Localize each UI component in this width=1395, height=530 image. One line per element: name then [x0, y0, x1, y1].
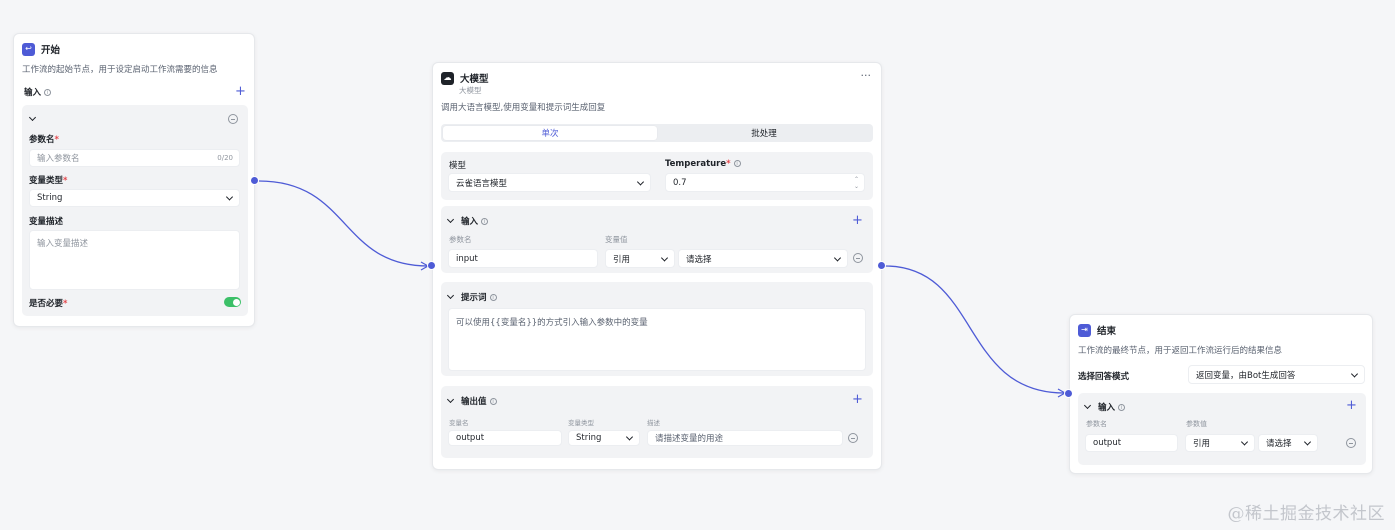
- start-param-panel: 参数名* 输入参数名 0/20 变量类型* String 变量描述 输入变量描述…: [22, 105, 248, 316]
- tab-batch[interactable]: 批处理: [657, 126, 871, 140]
- required-label: 是否必要*: [29, 299, 68, 309]
- start-input-label: 输入 i: [24, 86, 52, 98]
- info-icon: i: [1118, 404, 1126, 411]
- temperature-input[interactable]: 0.7 ⌃ ⌄: [665, 173, 865, 192]
- chevron-down-icon: [636, 177, 645, 186]
- output-name-input[interactable]: output: [448, 430, 562, 446]
- llm-output-handle[interactable]: [877, 261, 886, 270]
- remove-output-icon[interactable]: [848, 433, 858, 443]
- param-name-label: 参数名*: [29, 135, 59, 145]
- var-desc-textarea[interactable]: 输入变量描述: [29, 230, 240, 290]
- llm-input-panel: 输入 i + 参数名 变量值 input 引用 请选择: [441, 206, 873, 273]
- add-end-input-icon[interactable]: +: [1346, 399, 1357, 412]
- var-value-header: 变量值: [605, 235, 628, 244]
- info-icon: i: [44, 89, 52, 96]
- info-icon: i: [489, 294, 497, 301]
- prompt-textarea[interactable]: 可以使用{{变量名}}的方式引入输入参数中的变量: [448, 308, 866, 371]
- start-node-title: 开始: [41, 45, 61, 56]
- answer-mode-label: 选择回答模式: [1078, 372, 1130, 382]
- more-icon[interactable]: ···: [861, 69, 872, 82]
- llm-node[interactable]: ☁ 大模型 大模型 ··· 调用大语言模型,使用变量和提示词生成回复 单次 批处…: [432, 62, 882, 470]
- end-node-icon: ⇥: [1078, 323, 1091, 337]
- out-name-header: 变量名: [449, 419, 469, 427]
- var-desc-label: 变量描述: [29, 217, 64, 227]
- edge-llm-to-end: [884, 265, 1065, 394]
- required-toggle[interactable]: [224, 297, 241, 307]
- llm-node-title: 大模型: [460, 74, 489, 85]
- model-label: 模型: [449, 161, 467, 171]
- prompt-panel: 提示词 i 可以使用{{变量名}}的方式引入输入参数中的变量: [441, 282, 873, 376]
- output-section: 输出值 i: [446, 395, 497, 407]
- add-output-icon[interactable]: +: [852, 393, 863, 406]
- llm-input-section: 输入 i: [446, 215, 489, 227]
- output-panel: 输出值 i + 变量名 变量类型 描述 output String 请描述变量的用…: [441, 386, 873, 458]
- param-name-header: 参数名: [449, 235, 472, 244]
- end-input-panel: 输入 i + 参数名 参数值 output 引用 请选择: [1078, 393, 1366, 465]
- end-param-name-header: 参数名: [1086, 420, 1107, 428]
- end-node-description: 工作流的最终节点，用于返回工作流运行后的结果信息: [1078, 346, 1283, 356]
- llm-input-handle[interactable]: [427, 261, 436, 270]
- end-param-name-input[interactable]: output: [1085, 434, 1178, 452]
- llm-node-subtitle: 大模型: [459, 86, 482, 95]
- chevron-down-icon: [1350, 369, 1359, 378]
- var-type-select[interactable]: String: [29, 189, 240, 207]
- chevron-down-icon: [833, 253, 842, 262]
- chevron-down-icon: [225, 193, 234, 201]
- stepper-up-icon[interactable]: ⌃: [854, 177, 859, 183]
- remove-end-param-icon[interactable]: [1346, 438, 1356, 448]
- remove-input-icon[interactable]: [853, 253, 863, 263]
- chevron-down-icon: [1303, 438, 1312, 446]
- end-node[interactable]: ⇥ 结束 工作流的最终节点，用于返回工作流运行后的结果信息 选择回答模式 返回变…: [1069, 314, 1373, 474]
- start-node-description: 工作流的起始节点，用于设定启动工作流需要的信息: [22, 65, 218, 75]
- llm-input-name[interactable]: input: [448, 249, 598, 268]
- end-input-section: 输入 i: [1083, 401, 1126, 413]
- var-type-label: 变量类型*: [29, 176, 68, 186]
- info-icon: i: [733, 160, 741, 167]
- info-icon: i: [489, 398, 497, 405]
- end-param-variable-select[interactable]: 请选择: [1258, 434, 1318, 452]
- tab-single[interactable]: 单次: [443, 126, 657, 140]
- temperature-label: Temperature* i: [665, 159, 741, 169]
- param-name-input[interactable]: 输入参数名 0/20: [29, 149, 240, 167]
- output-desc-input[interactable]: 请描述变量的用途: [647, 430, 843, 446]
- chevron-down-icon: [625, 433, 634, 441]
- llm-input-variable-select[interactable]: 请选择: [678, 249, 848, 268]
- end-param-value-header: 参数值: [1186, 420, 1207, 428]
- llm-input-source-select[interactable]: 引用: [605, 249, 675, 268]
- end-param-source-select[interactable]: 引用: [1185, 434, 1255, 452]
- param-name-counter: 0/20: [217, 154, 233, 162]
- start-node[interactable]: ↩ 开始 工作流的起始节点，用于设定启动工作流需要的信息 输入 i + 参数名* …: [13, 33, 255, 327]
- watermark: @稀土掘金技术社区: [1227, 504, 1385, 524]
- start-output-handle[interactable]: [250, 176, 259, 185]
- llm-node-description: 调用大语言模型,使用变量和提示词生成回复: [441, 103, 606, 113]
- stepper-down-icon[interactable]: ⌄: [854, 184, 859, 190]
- start-node-icon: ↩: [22, 42, 35, 56]
- end-input-handle[interactable]: [1064, 389, 1073, 398]
- llm-mode-tabs: 单次 批处理: [441, 124, 873, 142]
- llm-node-icon: ☁: [441, 71, 454, 85]
- add-input-icon[interactable]: +: [235, 85, 246, 98]
- output-type-select[interactable]: String: [568, 430, 640, 446]
- end-node-title: 结束: [1097, 326, 1117, 337]
- model-select[interactable]: 云雀语言模型: [448, 173, 651, 192]
- model-panel: 模型 云雀语言模型 Temperature* i 0.7 ⌃ ⌄: [441, 152, 873, 200]
- chevron-down-icon: [660, 253, 669, 262]
- prompt-section: 提示词 i: [446, 291, 497, 303]
- edge-start-to-llm: [258, 180, 429, 267]
- chevron-down-icon: [1240, 438, 1249, 446]
- add-llm-input-icon[interactable]: +: [852, 214, 863, 227]
- info-icon: i: [481, 218, 489, 225]
- collapse-chevron-icon[interactable]: [28, 113, 43, 125]
- remove-param-icon[interactable]: [228, 114, 238, 124]
- out-type-header: 变量类型: [568, 419, 594, 427]
- out-desc-header: 描述: [647, 419, 660, 427]
- answer-mode-select[interactable]: 返回变量，由Bot生成回答: [1188, 365, 1365, 384]
